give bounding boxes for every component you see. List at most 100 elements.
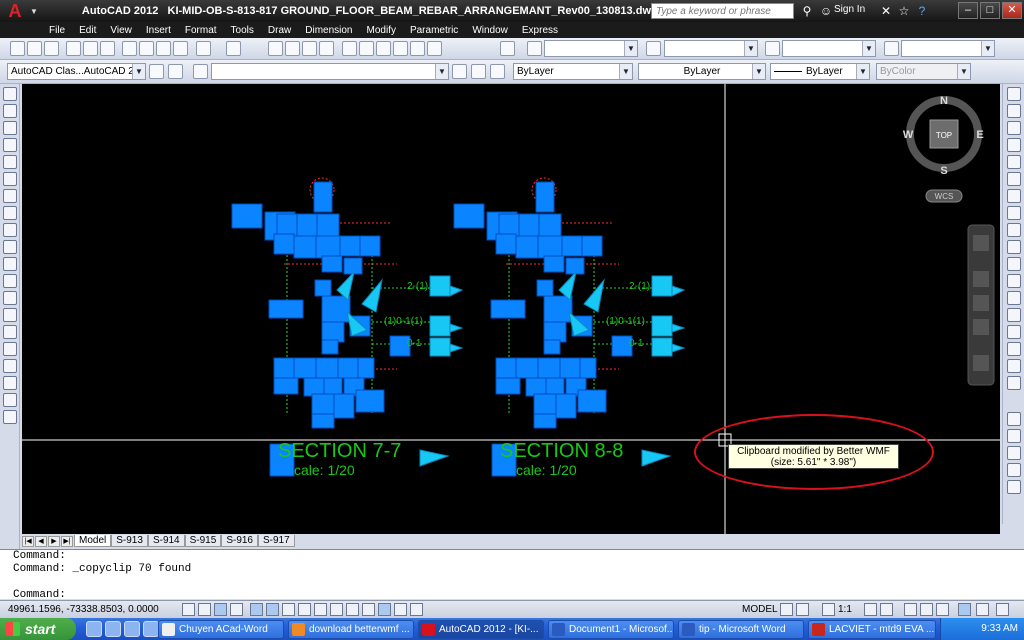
text-style-select[interactable]: ▼ — [544, 40, 638, 57]
polar-tracking-icon[interactable] — [250, 603, 263, 616]
save-icon[interactable] — [44, 41, 59, 56]
polygon-icon[interactable] — [3, 138, 17, 152]
tab-s-915[interactable]: S-915 — [184, 535, 222, 547]
last-tab-arrow-icon[interactable]: ▶| — [61, 535, 73, 547]
linetype-select[interactable]: ByLayer ▼ — [638, 63, 766, 80]
coordinates-readout[interactable]: 49961.1596, -73338.8503, 0.0000 — [8, 604, 159, 615]
start-button[interactable]: start — [0, 618, 76, 640]
plot-icon[interactable] — [66, 41, 81, 56]
preview-icon[interactable] — [83, 41, 98, 56]
menu-format[interactable]: Format — [178, 25, 224, 36]
annotation-monitor-icon[interactable] — [410, 603, 423, 616]
annotation-scale-value[interactable]: 1:1 — [838, 604, 852, 615]
menu-draw[interactable]: Draw — [261, 25, 298, 36]
annotation-scale-icon[interactable] — [822, 603, 835, 616]
quicklaunch-word-icon[interactable] — [86, 621, 102, 637]
maximize-button[interactable]: □ — [980, 2, 1000, 19]
clean-screen-icon[interactable] — [996, 603, 1009, 616]
help-icon[interactable]: ? — [914, 3, 930, 19]
table-style-icon[interactable] — [765, 41, 780, 56]
table-style-select[interactable]: ▼ — [782, 40, 876, 57]
rotate-icon[interactable] — [1007, 189, 1021, 203]
help-toolbar-icon[interactable] — [500, 41, 515, 56]
offset-icon[interactable] — [1007, 138, 1021, 152]
add-selected-icon[interactable] — [3, 410, 17, 424]
array-icon[interactable] — [1007, 155, 1021, 169]
menu-dimension[interactable]: Dimension — [298, 25, 359, 36]
menu-insert[interactable]: Insert — [139, 25, 178, 36]
chamfer-icon[interactable] — [1007, 325, 1021, 339]
stretch-icon[interactable] — [1007, 223, 1021, 237]
dynamic-input-icon[interactable] — [330, 603, 343, 616]
snap-mode-icon[interactable] — [198, 603, 211, 616]
zoom-realtime-icon[interactable] — [285, 41, 300, 56]
bring-above-icon[interactable] — [1007, 446, 1021, 460]
dim-style-select[interactable]: ▼ — [664, 40, 758, 57]
construction-line-icon[interactable] — [3, 104, 17, 118]
exchange-icon[interactable]: ✕ — [878, 3, 894, 19]
move-icon[interactable] — [1007, 172, 1021, 186]
multileader-style-icon[interactable] — [884, 41, 899, 56]
tab-s-916[interactable]: S-916 — [221, 535, 258, 547]
publish-icon[interactable] — [100, 41, 115, 56]
copy-icon[interactable] — [139, 41, 154, 56]
insert-block-icon[interactable] — [3, 274, 17, 288]
taskbar-item-document1[interactable]: Document1 - Microsof... — [548, 620, 674, 639]
break-icon[interactable] — [1007, 291, 1021, 305]
menu-file[interactable]: File — [42, 25, 72, 36]
quickcalc-icon[interactable] — [427, 41, 442, 56]
taskbar-item-lacviet[interactable]: LACVIET - mtd9 EVA ... — [808, 620, 936, 639]
spline-icon[interactable] — [3, 223, 17, 237]
multiline-text-icon[interactable] — [3, 393, 17, 407]
tab-model[interactable]: Model — [74, 535, 112, 547]
fillet-icon[interactable] — [1007, 342, 1021, 356]
quicklaunch-ie-icon[interactable] — [105, 621, 121, 637]
new-icon[interactable] — [10, 41, 25, 56]
workspace-lock-icon[interactable] — [168, 64, 183, 79]
circle-icon[interactable] — [3, 189, 17, 203]
extend-icon[interactable] — [1007, 257, 1021, 271]
taskbar-item-chuyen-acad[interactable]: Chuyen ACad-Word — [158, 620, 284, 639]
polyline-icon[interactable] — [3, 121, 17, 135]
menu-parametric[interactable]: Parametric — [403, 25, 465, 36]
make-current-layer-icon[interactable] — [452, 64, 467, 79]
table-icon[interactable] — [3, 376, 17, 390]
draw-order-back-icon[interactable] — [1007, 429, 1021, 443]
sign-in-link[interactable]: Sign In — [834, 4, 865, 15]
clock[interactable]: 9:33 AM — [981, 623, 1018, 634]
3d-osnap-icon[interactable] — [282, 603, 295, 616]
pan-icon[interactable] — [268, 41, 283, 56]
paste-icon[interactable] — [156, 41, 171, 56]
break-at-point-icon[interactable] — [1007, 274, 1021, 288]
quick-view-layouts-icon[interactable] — [780, 603, 793, 616]
copy-object-icon[interactable] — [1007, 104, 1021, 118]
tab-s-913[interactable]: S-913 — [111, 535, 148, 547]
transparency-icon[interactable] — [362, 603, 375, 616]
quick-access-dropdown-icon[interactable]: ▼ — [30, 7, 38, 16]
layer-previous-icon[interactable] — [471, 64, 486, 79]
gradient-icon[interactable] — [3, 342, 17, 356]
sheet-set-icon[interactable] — [393, 41, 408, 56]
make-block-icon[interactable] — [3, 291, 17, 305]
first-tab-arrow-icon[interactable]: |◀ — [22, 535, 34, 547]
arc-icon[interactable] — [3, 172, 17, 186]
tool-palettes-icon[interactable] — [376, 41, 391, 56]
explode-icon[interactable] — [1007, 376, 1021, 390]
open-icon[interactable] — [27, 41, 42, 56]
taskbar-item-firefox[interactable]: download betterwmf ... — [288, 620, 414, 639]
hatch-icon[interactable] — [3, 325, 17, 339]
zoom-window-icon[interactable] — [302, 41, 317, 56]
drawing-canvas[interactable]: 2-(1) (1)0-1(1) 0-1 SECTION 7-7 cale: 1/… — [22, 84, 1000, 534]
workspace-switching-icon[interactable] — [904, 603, 917, 616]
isolate-objects-icon[interactable] — [958, 603, 971, 616]
trim-icon[interactable] — [1007, 240, 1021, 254]
redo-icon[interactable] — [226, 41, 241, 56]
infer-constraints-icon[interactable] — [182, 603, 195, 616]
prev-tab-arrow-icon[interactable]: ◀ — [35, 535, 47, 547]
match-properties-icon[interactable] — [173, 41, 188, 56]
revcloud-icon[interactable] — [3, 206, 17, 220]
menu-edit[interactable]: Edit — [72, 25, 103, 36]
next-tab-arrow-icon[interactable]: ▶ — [48, 535, 60, 547]
quick-view-drawings-icon[interactable] — [796, 603, 809, 616]
quicklaunch-show-desktop-icon[interactable] — [143, 621, 159, 637]
